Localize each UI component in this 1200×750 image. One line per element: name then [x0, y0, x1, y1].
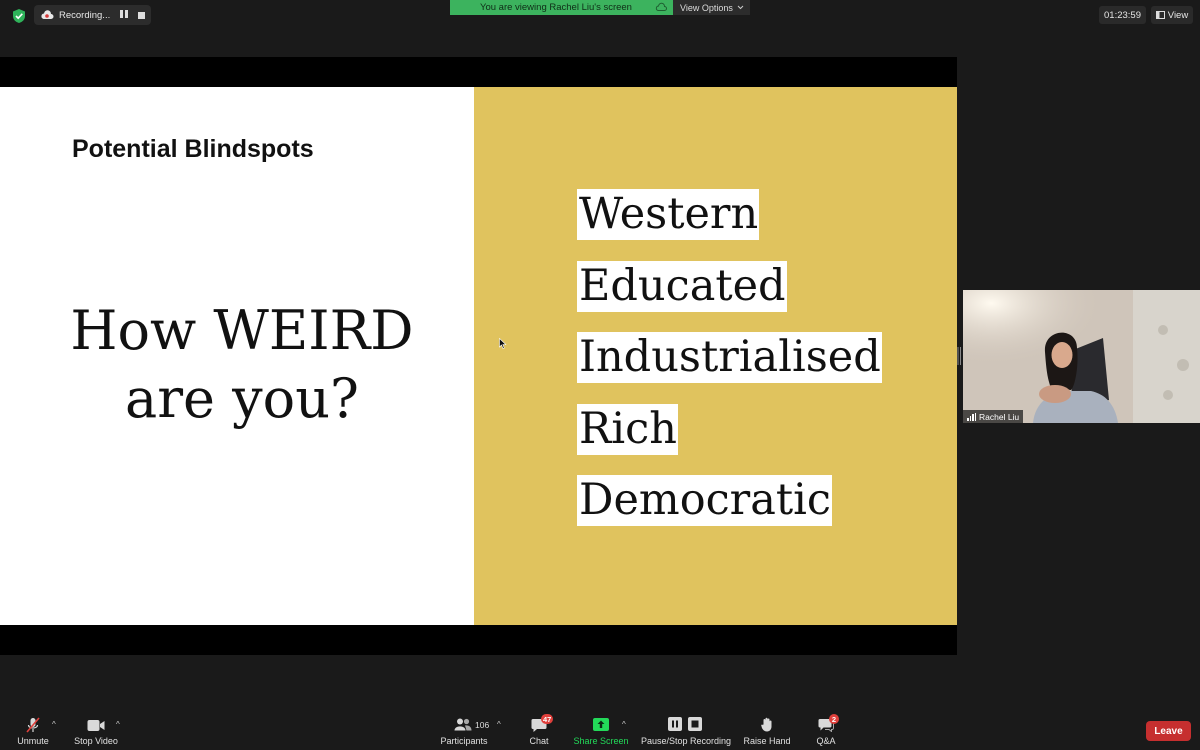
cloud-recording-icon [41, 10, 54, 19]
panel-resize-handle[interactable] [957, 347, 962, 365]
view-button-label: View [1167, 9, 1189, 21]
meeting-toolbar: Unmute ^ Stop Video ^ 106 Participants ^… [0, 712, 1200, 750]
weird-question-line2: are you? [125, 367, 359, 430]
qa-label: Q&A [816, 736, 836, 746]
raise-hand-label: Raise Hand [743, 736, 791, 746]
view-button[interactable]: View [1151, 6, 1193, 24]
participant-video-feed [963, 290, 1200, 423]
weird-question: How WEIRD are you? [0, 297, 484, 433]
viewing-banner: You are viewing Rachel Liu's screen [450, 0, 673, 15]
share-screen-button[interactable]: Share Screen [572, 712, 630, 750]
weird-question-line1: How WEIRD [70, 299, 414, 362]
mouse-cursor-icon [499, 338, 507, 349]
recording-indicator: Recording... [34, 5, 151, 25]
stop-video-label: Stop Video [74, 736, 118, 746]
recording-label: Recording... [59, 9, 111, 21]
qa-badge: 2 [829, 714, 839, 724]
pause-recording-icon[interactable] [119, 10, 129, 20]
participants-icon [454, 718, 472, 731]
weird-item-western: Western [577, 189, 760, 240]
participant-name-tag: Rachel Liu [963, 410, 1024, 423]
participants-label: Participants [440, 736, 488, 746]
participant-video-tile[interactable]: Rachel Liu [963, 290, 1200, 423]
participants-count: 106 [475, 720, 490, 730]
microphone-muted-icon [26, 717, 40, 733]
participants-options-caret-icon[interactable]: ^ [497, 720, 501, 729]
participants-button[interactable]: 106 Participants [436, 712, 492, 750]
weird-item-industrialised: Industrialised [577, 332, 882, 383]
top-bar: Recording... You are viewing Rachel Liu'… [0, 0, 1200, 30]
stop-recording-icon[interactable] [138, 11, 145, 19]
view-layout-icon [1155, 11, 1165, 19]
slide-title: Potential Blindspots [72, 135, 314, 163]
share-options-caret-icon[interactable]: ^ [622, 720, 626, 729]
stop-video-button[interactable]: Stop Video [70, 712, 122, 750]
pause-stop-recording-label: Pause/Stop Recording [640, 736, 732, 746]
view-options-dropdown[interactable]: View Options [673, 0, 750, 15]
qa-button[interactable]: 2 Q&A [812, 712, 840, 750]
share-screen-icon [593, 718, 609, 731]
pause-stop-recording-button[interactable]: Pause/Stop Recording [640, 712, 732, 750]
unmute-label: Unmute [17, 736, 49, 746]
presentation-slide: Potential Blindspots How WEIRD are you? … [0, 87, 957, 625]
unmute-button[interactable]: Unmute [10, 712, 56, 750]
signal-strength-icon [967, 412, 976, 421]
participant-name: Rachel Liu [979, 411, 1020, 422]
video-camera-icon [87, 720, 105, 731]
raise-hand-button[interactable]: Raise Hand [740, 712, 794, 750]
weird-item-rich: Rich [577, 403, 678, 455]
chat-unread-badge: 47 [541, 714, 554, 724]
leave-button[interactable]: Leave [1146, 721, 1191, 741]
chevron-down-icon [737, 5, 744, 10]
viewing-banner-text: You are viewing Rachel Liu's screen [480, 2, 632, 13]
security-shield-icon[interactable] [10, 7, 28, 25]
weird-acronym-list: Western Educated Industrialised Rich Dem… [577, 189, 882, 547]
pause-recording-icon [668, 717, 682, 731]
slide-right-panel: Western Educated Industrialised Rich Dem… [474, 87, 957, 625]
cloud-icon [655, 2, 667, 11]
weird-item-educated: Educated [577, 260, 787, 312]
video-options-caret-icon[interactable]: ^ [116, 720, 120, 729]
raise-hand-icon [761, 717, 772, 732]
shared-screen: Potential Blindspots How WEIRD are you? … [0, 57, 957, 655]
view-options-label: View Options [680, 2, 733, 13]
stop-recording-icon [688, 717, 702, 731]
chat-label: Chat [529, 736, 549, 746]
weird-item-democratic: Democratic [577, 475, 832, 526]
slide-left-panel: Potential Blindspots How WEIRD are you? [0, 87, 474, 625]
chat-button[interactable]: 47 Chat [524, 712, 554, 750]
share-screen-label: Share Screen [573, 736, 629, 746]
audio-options-caret-icon[interactable]: ^ [52, 720, 56, 729]
meeting-timer: 01:23:59 [1099, 6, 1146, 24]
